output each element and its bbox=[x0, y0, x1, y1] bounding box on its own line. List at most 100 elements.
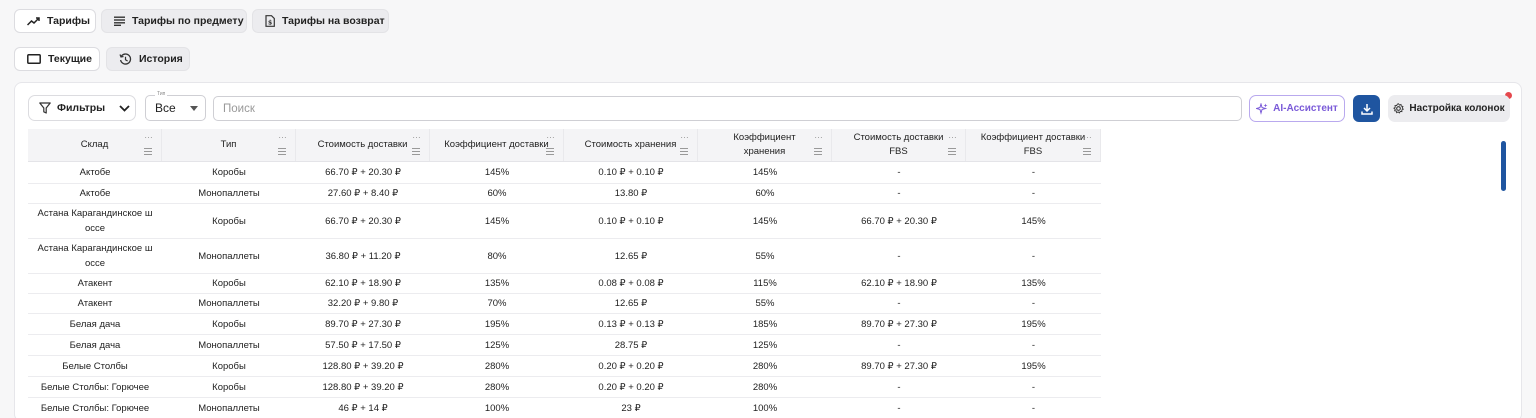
tab-tariffs-by-subject[interactable]: Тарифы по предмету bbox=[101, 9, 247, 33]
cell-fbs-delivery-coef: - bbox=[1031, 250, 1036, 262]
table-row[interactable]: Атакент Коробы 62.10 ₽ + 18.90 ₽ 135% 0.08 ₽… bbox=[28, 274, 1101, 294]
type-select-value: Все bbox=[155, 101, 176, 115]
column-header-fbs-delivery-coef[interactable]: Коэффициент доставки FBS… bbox=[966, 129, 1101, 161]
cell-storage-coef: 280% bbox=[752, 360, 778, 372]
cell-type: Коробы bbox=[212, 318, 246, 330]
search-input[interactable] bbox=[213, 96, 1242, 121]
tab-current[interactable]: Текущие bbox=[14, 47, 100, 71]
type-select[interactable]: Тип Все bbox=[145, 91, 206, 121]
tab-history[interactable]: История bbox=[106, 47, 190, 71]
cell-storage-cost: 0.08 ₽ + 0.08 ₽ bbox=[598, 278, 664, 289]
cell-type: Монопаллеты bbox=[198, 188, 260, 199]
cell-delivery-cost: 128.80 ₽ + 39.20 ₽ bbox=[322, 381, 404, 393]
table-row[interactable]: Белые Столбы Коробы 128.80 ₽ + 39.20 ₽ 280%… bbox=[28, 356, 1101, 377]
column-options-icon[interactable]: … bbox=[814, 131, 823, 140]
column-header-label: Коэффициент доставки bbox=[444, 139, 549, 150]
table-row[interactable]: Белая дача Коробы 89.70 ₽ + 27.30 ₽ 195% 0.1… bbox=[28, 314, 1101, 335]
column-options-icon[interactable]: … bbox=[144, 131, 153, 140]
column-header-delivery-coef[interactable]: Коэффициент доставки… bbox=[430, 129, 564, 161]
tab-label: Тарифы на возврат bbox=[282, 15, 385, 27]
cell-storage-cost: 0.10 ₽ + 0.10 ₽ bbox=[598, 215, 664, 227]
column-options-icon[interactable]: … bbox=[546, 131, 555, 140]
cell-delivery-cost: 66.70 ₽ + 20.30 ₽ bbox=[325, 167, 401, 178]
column-header-delivery-cost[interactable]: Стоимость доставки… bbox=[296, 129, 430, 161]
table-row[interactable]: Астана Карагандинское ш оссе Коробы 66.70 … bbox=[28, 204, 1101, 239]
cell-delivery-cost: 62.10 ₽ + 18.90 ₽ bbox=[325, 278, 401, 289]
table-row[interactable]: Белые Столбы: Горючее Монопаллеты 46 ₽ + 1… bbox=[28, 398, 1101, 418]
cell-storage-cost: 23 ₽ bbox=[621, 402, 641, 414]
filters-label: Фильтры bbox=[57, 102, 106, 114]
cell-storage-coef: 145% bbox=[752, 167, 778, 178]
cell-fbs-delivery-cost: - bbox=[897, 381, 901, 393]
cell-fbs-delivery-coef: - bbox=[1031, 188, 1036, 199]
tab-label: Текущие bbox=[48, 53, 92, 65]
cell-delivery-coef: 135% bbox=[484, 278, 510, 289]
column-menu-icon[interactable] bbox=[278, 148, 286, 155]
column-options-icon[interactable]: … bbox=[948, 131, 957, 140]
cell-fbs-delivery-cost: - bbox=[897, 188, 901, 199]
cell-delivery-cost: 66.70 ₽ + 20.30 ₽ bbox=[325, 215, 401, 227]
tab-return-tariffs[interactable]: $ Тарифы на возврат bbox=[252, 9, 389, 33]
table-row[interactable]: Актобе Коробы 66.70 ₽ + 20.30 ₽ 145% 0.10 ₽ … bbox=[28, 162, 1101, 184]
cell-type: Монопаллеты bbox=[198, 339, 260, 351]
table-row[interactable]: Актобе Монопаллеты 27.60 ₽ + 8.40 ₽ 60% 13.8… bbox=[28, 184, 1101, 204]
cell-delivery-coef: 125% bbox=[484, 339, 510, 351]
cell-warehouse: Астана Карагандинское ш оссе bbox=[37, 208, 153, 234]
funnel-icon bbox=[39, 102, 51, 114]
column-menu-icon[interactable] bbox=[680, 148, 688, 155]
tab-tariffs[interactable]: Тарифы bbox=[14, 9, 96, 33]
column-menu-icon[interactable] bbox=[1083, 148, 1091, 155]
column-header-type[interactable]: Тип … bbox=[162, 129, 296, 161]
cell-storage-cost: 0.13 ₽ + 0.13 ₽ bbox=[598, 318, 664, 330]
column-header-fbs-delivery-cost[interactable]: Стоимость доставки FBS… bbox=[832, 129, 966, 161]
column-header-storage-cost[interactable]: Стоимость хранения… bbox=[564, 129, 698, 161]
cell-storage-cost: 0.20 ₽ + 0.20 ₽ bbox=[598, 381, 664, 393]
cell-type: Коробы bbox=[212, 215, 246, 227]
download-button[interactable] bbox=[1353, 95, 1380, 122]
column-settings-button[interactable]: Настройка колонок bbox=[1388, 95, 1510, 122]
table-row[interactable]: Атакент Монопаллеты 32.20 ₽ + 9.80 ₽ 70% 12.… bbox=[28, 294, 1101, 314]
cell-storage-cost: 13.80 ₽ bbox=[614, 188, 648, 199]
cell-delivery-coef: 60% bbox=[487, 188, 507, 199]
table-row[interactable]: Белая дача Монопаллеты 57.50 ₽ + 17.50 ₽ 12… bbox=[28, 335, 1101, 356]
sparkle-icon bbox=[1256, 102, 1268, 115]
column-header-warehouse[interactable]: Склад… bbox=[28, 129, 162, 161]
column-menu-icon[interactable] bbox=[546, 148, 554, 155]
column-menu-icon[interactable] bbox=[412, 148, 420, 155]
cell-fbs-delivery-cost: - bbox=[897, 250, 901, 262]
cell-fbs-delivery-coef: 195% bbox=[1021, 318, 1046, 330]
filters-button[interactable]: Фильтры bbox=[28, 95, 136, 121]
column-options-icon[interactable]: … bbox=[1083, 131, 1092, 140]
cell-fbs-delivery-coef: - bbox=[1031, 339, 1036, 351]
cell-delivery-cost: 57.50 ₽ + 17.50 ₽ bbox=[325, 339, 401, 351]
column-header-label: Тип bbox=[220, 139, 237, 150]
cell-storage-coef: 280% bbox=[752, 381, 778, 393]
cell-fbs-delivery-coef: - bbox=[1031, 381, 1036, 393]
cell-warehouse: Белые Столбы: Горючее bbox=[40, 381, 150, 393]
column-header-storage-coef[interactable]: Коэффициент хранения… bbox=[698, 129, 832, 161]
column-options-icon[interactable]: … bbox=[412, 131, 421, 140]
cell-delivery-cost: 89.70 ₽ + 27.30 ₽ bbox=[325, 318, 401, 330]
column-options-icon[interactable]: … bbox=[278, 131, 287, 140]
cell-warehouse: Астана Карагандинское ш оссе bbox=[37, 243, 153, 269]
cell-fbs-delivery-cost: - bbox=[897, 339, 901, 351]
column-menu-icon[interactable] bbox=[948, 148, 956, 155]
ai-assistant-button[interactable]: AI-Ассистент bbox=[1249, 95, 1345, 122]
cell-warehouse: Актобе bbox=[79, 188, 111, 199]
cell-delivery-coef: 280% bbox=[484, 381, 510, 393]
gear-icon bbox=[1393, 103, 1405, 114]
table-row[interactable]: Астана Карагандинское ш оссе Монопаллеты 3… bbox=[28, 239, 1101, 274]
column-menu-icon[interactable] bbox=[814, 148, 822, 155]
cell-delivery-cost: 36.80 ₽ + 11.20 ₽ bbox=[325, 250, 401, 262]
cell-warehouse: Актобе bbox=[79, 167, 111, 178]
vertical-scrollbar[interactable] bbox=[1501, 141, 1506, 191]
column-menu-icon[interactable] bbox=[144, 148, 152, 155]
file-money-icon: $ bbox=[265, 15, 275, 27]
cell-delivery-coef: 280% bbox=[484, 360, 510, 372]
tab-label: История bbox=[139, 53, 183, 65]
cell-fbs-delivery-cost: 62.10 ₽ + 18.90 ₽ bbox=[861, 278, 937, 289]
table-row[interactable]: Белые Столбы: Горючее Коробы 128.80 ₽ + 39… bbox=[28, 377, 1101, 398]
column-options-icon[interactable]: … bbox=[680, 131, 689, 140]
type-select-label: Тип bbox=[155, 91, 168, 97]
ai-assistant-label: AI-Ассистент bbox=[1273, 103, 1338, 114]
